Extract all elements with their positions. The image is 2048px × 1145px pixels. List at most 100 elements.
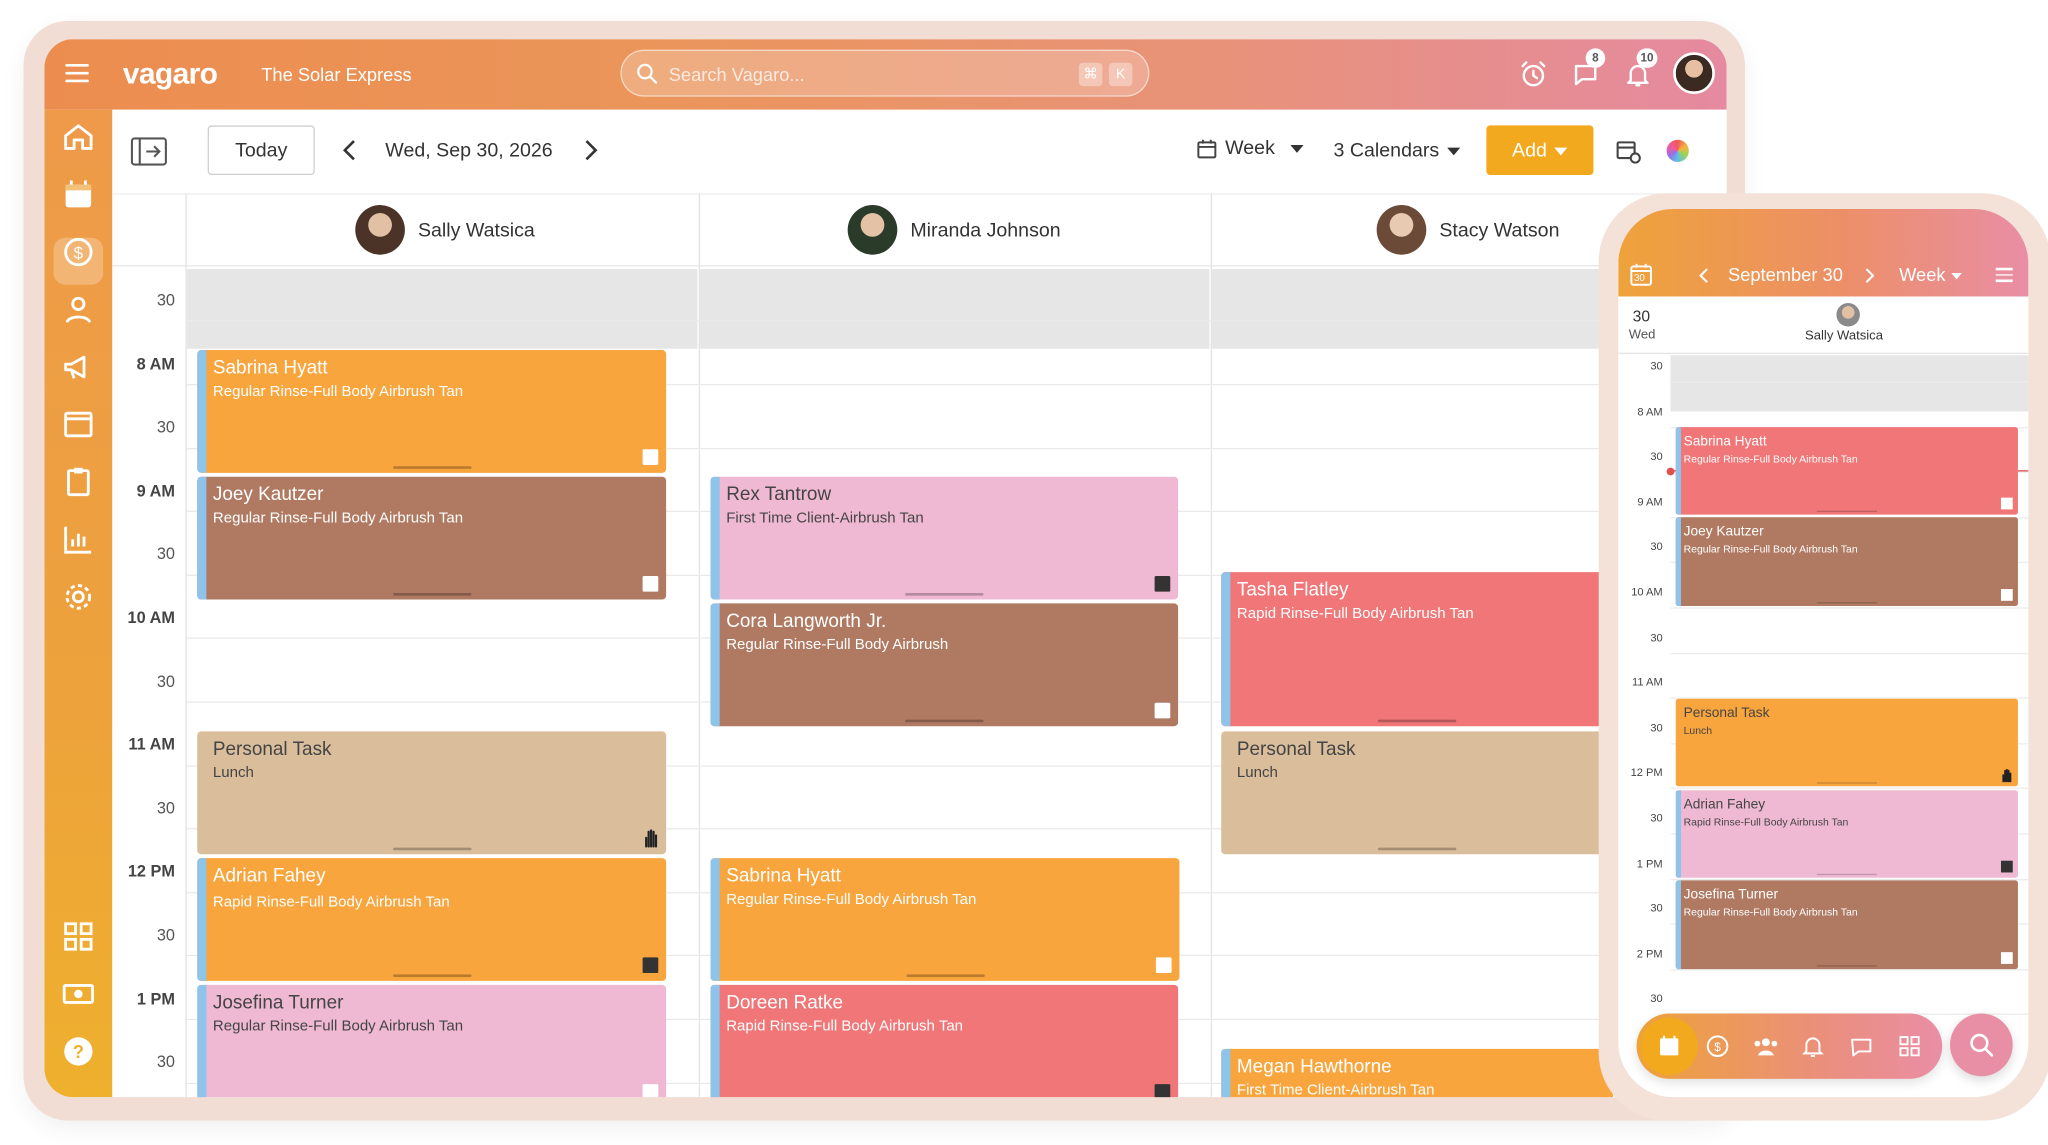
chevron-left-icon[interactable] (1699, 268, 1709, 284)
user-icon[interactable] (61, 293, 95, 327)
megaphone-icon[interactable] (61, 350, 95, 384)
bell-icon[interactable] (1801, 1034, 1825, 1058)
calendar-icon[interactable]: 30 (1630, 263, 1652, 287)
app-logo[interactable]: vagaro (123, 56, 218, 91)
search-box[interactable]: Search Vagaro... ⌘ K (620, 49, 1150, 97)
svg-text:$: $ (74, 243, 84, 262)
task-name: Personal Task (212, 739, 332, 761)
appointment-card[interactable]: Cora Langworth Jr. Regular Rinse-Full Bod… (710, 603, 1179, 727)
appointment-card[interactable]: Tasha Flatley Rapid Rinse-Full Body Airbr… (1221, 572, 1614, 727)
client-name: Cora Langworth Jr. (726, 611, 887, 633)
apps-icon[interactable] (1898, 1034, 1922, 1058)
collapse-panel-icon[interactable] (130, 137, 168, 166)
staff-avatar (1376, 205, 1427, 255)
task-detail: Lunch (1683, 724, 1713, 737)
today-button[interactable]: Today (207, 125, 315, 176)
apps-icon[interactable] (61, 920, 95, 954)
dollar-icon[interactable]: $ (1706, 1034, 1730, 1058)
calendar-icon[interactable] (1657, 1034, 1681, 1058)
money-icon[interactable] (61, 977, 95, 1011)
staff-column-header[interactable]: Stacy Watson (1376, 193, 1560, 266)
time-label: 30 (1650, 991, 1663, 1005)
service-name: Regular Rinse-Full Body Airbrush Tan (212, 510, 464, 527)
staff-column-header[interactable]: Miranda Johnson (847, 193, 1061, 266)
time-label: 30 (156, 799, 176, 818)
service-name: Regular Rinse-Full Body Airbrush Tan (212, 1018, 464, 1035)
time-label: 30 (156, 672, 176, 691)
staff-name: Miranda Johnson (910, 218, 1061, 241)
caret-down-icon (1447, 147, 1461, 156)
shortcut-key-cmd: ⌘ (1078, 62, 1103, 87)
appointment-card[interactable]: Sabrina Hyatt Regular Rinse-Full Body Air… (197, 350, 667, 473)
mobile-view-label: Week (1899, 263, 1946, 285)
client-name: Adrian Fahey (212, 865, 326, 887)
service-name: Regular Rinse-Full Body Airbrush Tan (726, 892, 977, 908)
staff-column-header[interactable]: Sally Watsica (355, 193, 535, 266)
personal-task-card[interactable]: Personal Task Lunch (1675, 698, 2018, 787)
gear-icon[interactable] (61, 580, 95, 614)
note-icon (2000, 860, 2013, 873)
closed-hours-block (700, 269, 1210, 349)
personal-task-card[interactable]: Personal Task Lunch (197, 731, 667, 855)
chat-icon[interactable] (1849, 1034, 1873, 1058)
closed-hours-block (186, 269, 698, 349)
appointment-card[interactable]: Doreen Ratke Rapid Rinse-Full Body Airbru… (710, 984, 1179, 1098)
calendars-label: 3 Calendars (1333, 139, 1440, 162)
search-placeholder[interactable]: Search Vagaro... (669, 64, 805, 85)
search-icon (1970, 1033, 1994, 1057)
caret-down-icon (1554, 146, 1568, 155)
time-label: 30 (1650, 359, 1663, 373)
appointment-card[interactable]: Megan Hawthorne First Time Client-Airbrus… (1221, 1048, 1614, 1098)
time-label: 11 AM (1632, 675, 1663, 689)
home-icon[interactable] (61, 120, 95, 154)
chevron-left-icon[interactable] (341, 138, 359, 162)
service-name: Rapid Rinse-Full Body Airbrush Tan (726, 1018, 964, 1035)
help-icon[interactable]: ? (61, 1034, 95, 1068)
calendar-icon[interactable] (61, 178, 95, 212)
time-label: 11 AM (128, 735, 176, 754)
appointment-card[interactable]: Joey Kautzer Regular Rinse-Full Body Airb… (1675, 517, 2018, 607)
alarm-clock-icon[interactable] (1519, 60, 1548, 89)
mobile-bottom-nav: $ (1636, 1013, 1943, 1079)
notifications-button[interactable]: 10 (1624, 48, 1658, 95)
appointment-card[interactable]: Josefina Turner Regular Rinse-Full Body A… (197, 984, 667, 1098)
add-button[interactable]: Add (1486, 125, 1594, 176)
menu-icon[interactable] (1995, 267, 2013, 282)
appointment-card[interactable]: Adrian Fahey Rapid Rinse-Full Body Airbru… (1675, 790, 2018, 878)
dollar-icon[interactable]: $ (61, 235, 95, 269)
note-icon (642, 449, 659, 465)
chevron-right-icon[interactable] (1864, 268, 1875, 284)
staff-avatar (355, 205, 405, 255)
mobile-date-label: September 30 (1727, 263, 1843, 285)
personal-task-card[interactable]: Personal Task Lunch (1221, 731, 1614, 855)
clipboard-icon[interactable] (61, 465, 95, 499)
appointment-card[interactable]: Sabrina Hyatt Regular Rinse-Full Body Air… (710, 858, 1180, 981)
time-label: 12 PM (1630, 765, 1663, 779)
time-label: 1 PM (1636, 856, 1663, 870)
mobile-search-button[interactable] (1950, 1013, 2013, 1077)
staff-name: Stacy Watson (1439, 218, 1560, 241)
task-detail: Lunch (212, 765, 254, 782)
menu-icon[interactable] (65, 63, 89, 83)
calendars-selector[interactable]: 3 Calendars (1334, 140, 1461, 162)
mobile-view-selector[interactable]: Week (1899, 263, 1962, 285)
business-name: The Solar Express (261, 63, 412, 85)
appointment-card[interactable]: Josefina Turner Regular Rinse-Full Body A… (1675, 880, 2018, 970)
appointment-card[interactable]: Adrian Fahey Rapid Rinse-Full Body Airbru… (197, 858, 667, 981)
chevron-right-icon[interactable] (581, 138, 599, 162)
color-wheel-icon[interactable] (1666, 139, 1689, 162)
appointment-card[interactable]: Joey Kautzer Regular Rinse-Full Body Airb… (197, 476, 667, 600)
messages-button[interactable]: 8 (1571, 48, 1606, 95)
users-icon[interactable] (1752, 1034, 1781, 1058)
appointment-card[interactable]: Rex Tantrow First Time Client-Airbrush Ta… (710, 476, 1179, 600)
note-icon (642, 575, 659, 592)
bar-chart-icon[interactable] (61, 522, 95, 556)
user-avatar[interactable] (1673, 52, 1715, 95)
appointment-card[interactable]: Sabrina Hyatt Regular Rinse-Full Body Air… (1675, 427, 2018, 515)
note-icon (642, 1084, 659, 1098)
calendar-settings-icon[interactable] (1616, 138, 1642, 164)
search-icon (637, 63, 658, 84)
time-label: 30 (1650, 901, 1663, 915)
view-selector[interactable]: Week (1196, 137, 1304, 159)
window-icon[interactable] (61, 408, 95, 442)
